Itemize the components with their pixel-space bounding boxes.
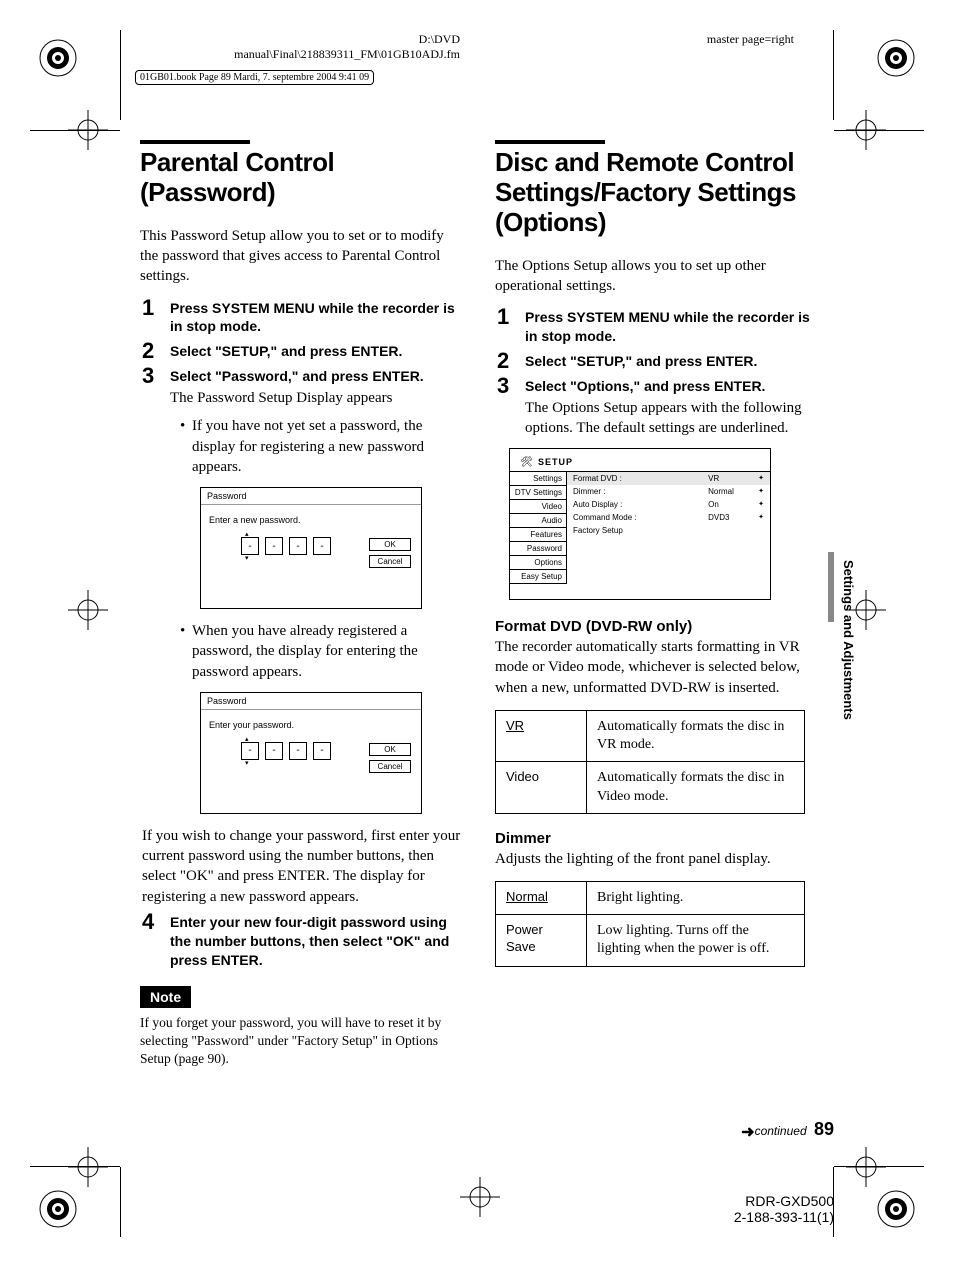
digit-input: -: [313, 537, 331, 555]
left-column: Parental Control (Password) This Passwor…: [140, 140, 465, 1068]
step-2: 2 Select "SETUP," and press ENTER.: [497, 352, 820, 371]
footer-codes: RDR-GXD500 2-188-393-11(1): [734, 1193, 834, 1225]
digit-input: -: [313, 742, 331, 760]
crop-line: [120, 30, 121, 120]
book-info: 01GB01.book Page 89 Mardi, 7. septembre …: [135, 70, 374, 85]
ok-button: OK: [369, 538, 411, 551]
crop-line: [833, 30, 834, 120]
crosshair-icon: [450, 1167, 510, 1227]
crop-line: [834, 1166, 924, 1167]
digit-input: -: [241, 537, 259, 555]
digit-input: -: [289, 537, 307, 555]
step-2: 2 Select "SETUP," and press ENTER.: [142, 342, 465, 361]
crosshair-icon: [58, 1137, 118, 1197]
registration-mark-icon: [28, 28, 88, 88]
setup-icon: 🛠: [520, 457, 533, 468]
heading-rule: [495, 140, 605, 144]
crop-line: [30, 130, 120, 131]
right-column: Disc and Remote Control Settings/Factory…: [495, 140, 820, 1068]
note-text: If you forget your password, you will ha…: [140, 1014, 465, 1069]
cancel-button: Cancel: [369, 555, 411, 568]
header-path: D:\DVD manual\Final\218839311_FM\01GB10A…: [160, 32, 460, 62]
right-title: Disc and Remote Control Settings/Factory…: [495, 148, 820, 238]
setup-rows: Format DVD :VR✦ Dimmer :Normal✦ Auto Dis…: [567, 471, 770, 584]
left-title: Parental Control (Password): [140, 148, 465, 208]
dimmer-table: NormalBright lighting. Power SaveLow lig…: [495, 881, 805, 967]
digit-input: -: [289, 742, 307, 760]
cancel-button: Cancel: [369, 760, 411, 773]
continued-indicator: ➜continued 89: [741, 1119, 834, 1142]
right-intro: The Options Setup allows you to set up o…: [495, 256, 820, 297]
bullet: If you have not yet set a password, the …: [180, 416, 465, 477]
arrow-right-icon: ➜: [741, 1124, 754, 1141]
format-heading: Format DVD (DVD-RW only): [495, 618, 820, 635]
setup-menu-diagram: 🛠 SETUP Settings DTV Settings Video Audi…: [509, 448, 771, 600]
step-3: 3 Select "Password," and press ENTER. Th…: [142, 367, 465, 907]
crosshair-icon: [836, 1137, 896, 1197]
format-table: VRAutomatically formats the disc in VR m…: [495, 710, 805, 814]
crosshair-icon: [58, 580, 118, 640]
format-desc: The recorder automatically starts format…: [495, 637, 820, 698]
step-1: 1 Press SYSTEM MENU while the recorder i…: [142, 299, 465, 337]
step-1: 1 Press SYSTEM MENU while the recorder i…: [497, 308, 820, 346]
setup-sidebar: Settings DTV Settings Video Audio Featur…: [510, 471, 567, 584]
header-master: master page=right: [707, 32, 794, 47]
after-diagram-text: If you wish to change your password, fir…: [142, 826, 465, 907]
ok-button: OK: [369, 743, 411, 756]
password-dialog-new: Password Enter a new password. - - - - O…: [200, 487, 422, 609]
crop-line: [30, 1166, 120, 1167]
bullet: When you have already registered a passw…: [180, 621, 465, 682]
registration-mark-icon: [866, 28, 926, 88]
left-intro: This Password Setup allow you to set or …: [140, 226, 465, 287]
digit-input: -: [265, 742, 283, 760]
crop-line: [834, 130, 924, 131]
digit-input: -: [241, 742, 259, 760]
section-tab: [828, 552, 834, 622]
dimmer-desc: Adjusts the lighting of the front panel …: [495, 849, 820, 869]
section-side-title: Settings and Adjustments: [841, 560, 856, 720]
step-3: 3 Select "Options," and press ENTER. The…: [497, 377, 820, 438]
digit-input: -: [265, 537, 283, 555]
password-dialog-enter: Password Enter your password. - - - - OK…: [200, 692, 422, 814]
crop-line: [120, 1167, 121, 1237]
note-label: Note: [140, 986, 191, 1008]
step-4: 4 Enter your new four-digit password usi…: [142, 913, 465, 970]
heading-rule: [140, 140, 250, 144]
dimmer-heading: Dimmer: [495, 830, 820, 847]
